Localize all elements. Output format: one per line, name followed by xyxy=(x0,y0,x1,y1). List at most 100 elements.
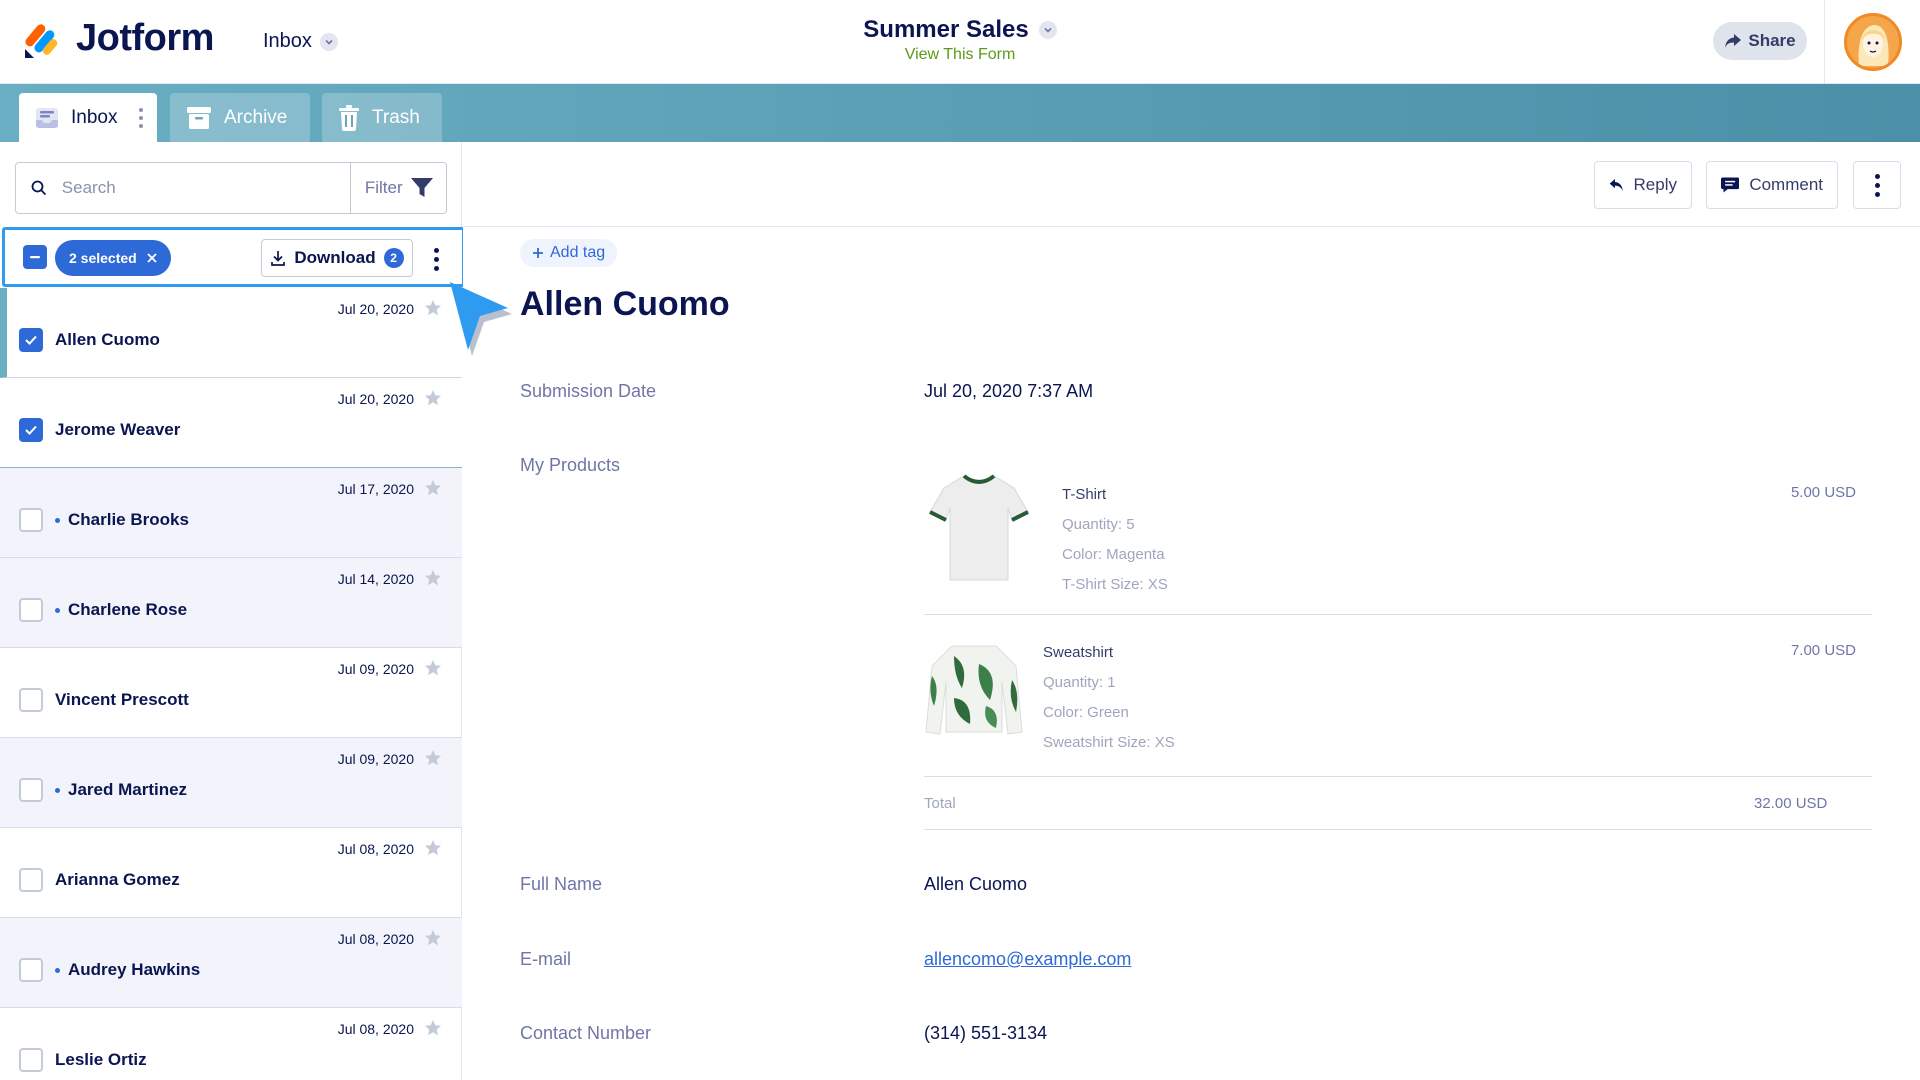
tab-inbox[interactable]: Inbox xyxy=(19,93,157,142)
checkmark-icon xyxy=(25,425,37,435)
star-icon[interactable] xyxy=(424,749,442,767)
star-icon[interactable] xyxy=(424,569,442,587)
row-checkbox[interactable] xyxy=(19,598,43,622)
contact-number-label: Contact Number xyxy=(520,1023,652,1043)
submission-row[interactable]: Leslie Ortiz Jul 08, 2020 xyxy=(0,1008,462,1080)
submission-date: Jul 20, 2020 xyxy=(337,391,414,407)
email-label: E-mail xyxy=(520,949,572,969)
submission-row[interactable]: Jared Martinez Jul 09, 2020 xyxy=(0,738,462,828)
search-input[interactable] xyxy=(61,164,351,212)
product-size: Sweatshirt Size: XS xyxy=(1043,734,1175,751)
unread-dot-icon xyxy=(55,967,60,973)
product-price: 7.00 USD xyxy=(1790,642,1856,659)
submitter-name-text: Arianna Gomez xyxy=(55,870,180,889)
star-icon[interactable] xyxy=(424,389,442,407)
row-checkbox[interactable] xyxy=(19,778,43,802)
tab-options-icon[interactable] xyxy=(139,107,144,128)
submitter-name: Audrey Hawkins xyxy=(55,960,200,980)
full-name-value: Allen Cuomo xyxy=(924,874,1028,894)
submission-title: Allen Cuomo xyxy=(520,285,730,323)
submitter-name: Vincent Prescott xyxy=(55,690,189,710)
email-value: allencomo@example.com xyxy=(924,949,1131,970)
row-checkbox[interactable] xyxy=(19,508,43,532)
star-icon[interactable] xyxy=(424,299,442,317)
submitter-name-text: Audrey Hawkins xyxy=(68,960,201,979)
row-checkbox[interactable] xyxy=(19,1048,43,1072)
form-title-dropdown[interactable]: Summer Sales xyxy=(863,16,1057,44)
bulk-more-options-icon[interactable] xyxy=(423,244,449,274)
reply-button[interactable]: Reply xyxy=(1594,161,1692,209)
unread-dot-icon xyxy=(55,787,60,793)
share-button[interactable]: Share xyxy=(1713,22,1807,60)
tab-trash[interactable]: Trash xyxy=(322,93,442,142)
download-count-badge: 2 xyxy=(383,248,404,268)
view-form-link[interactable]: View This Form xyxy=(0,46,1920,64)
submission-row[interactable]: Charlene Rose Jul 14, 2020 xyxy=(0,558,462,648)
submission-row[interactable]: Arianna Gomez Jul 08, 2020 xyxy=(0,828,462,918)
inbox-tray-icon xyxy=(36,107,58,128)
reply-label: Reply xyxy=(1633,175,1677,194)
close-icon[interactable] xyxy=(147,253,157,263)
submission-row[interactable]: Jerome Weaver Jul 20, 2020 xyxy=(0,378,462,468)
add-tag-label: Add tag xyxy=(550,244,606,261)
more-options-icon[interactable] xyxy=(1853,161,1901,209)
share-label: Share xyxy=(1748,31,1796,50)
star-icon[interactable] xyxy=(424,929,442,947)
submission-date-value: Jul 20, 2020 7:37 AM xyxy=(924,381,1094,401)
submission-row[interactable]: Vincent Prescott Jul 09, 2020 xyxy=(0,648,462,738)
user-menu[interactable] xyxy=(1824,0,1920,84)
tshirt-image xyxy=(929,474,1029,581)
submitter-name-text: Jared Martinez xyxy=(68,780,188,799)
row-checkbox[interactable] xyxy=(19,958,43,982)
star-icon[interactable] xyxy=(424,839,442,857)
divider xyxy=(924,614,1872,615)
avatar-illustration-icon xyxy=(1858,25,1889,66)
tab-archive[interactable]: Archive xyxy=(170,93,310,142)
search-icon xyxy=(16,163,62,213)
submission-row[interactable]: Allen Cuomo Jul 20, 2020 xyxy=(0,288,462,378)
download-icon xyxy=(271,251,286,266)
download-button[interactable]: Download 2 xyxy=(261,239,413,277)
add-tag-button[interactable]: Add tag xyxy=(520,239,618,267)
submitter-name: Charlie Brooks xyxy=(55,510,189,530)
filter-button[interactable]: Filter xyxy=(350,163,446,213)
row-checkbox[interactable] xyxy=(19,328,43,352)
unread-dot-icon xyxy=(55,607,60,613)
email-link[interactable]: allencomo@example.com xyxy=(924,949,1131,969)
row-checkbox[interactable] xyxy=(19,868,43,892)
product-color: Color: Green xyxy=(1043,704,1129,721)
archive-box-icon xyxy=(187,106,211,129)
submitter-name-text: Charlene Rose xyxy=(68,600,188,619)
divider xyxy=(924,829,1872,830)
submitter-name-text: Jerome Weaver xyxy=(55,420,181,439)
product-quantity: Quantity: 1 xyxy=(1043,674,1116,691)
share-arrow-icon xyxy=(1725,34,1742,48)
submitter-name-text: Leslie Ortiz xyxy=(55,1050,147,1069)
submission-date: Jul 09, 2020 xyxy=(337,661,414,677)
submission-date: Jul 08, 2020 xyxy=(337,841,414,857)
submitter-name: Allen Cuomo xyxy=(55,330,160,350)
selected-count-label: 2 selected xyxy=(69,250,137,266)
star-icon[interactable] xyxy=(424,479,442,497)
sweatshirt-image xyxy=(925,645,1023,735)
submission-row[interactable]: Audrey Hawkins Jul 08, 2020 xyxy=(0,918,462,1008)
products-label: My Products xyxy=(520,455,621,475)
divider xyxy=(924,776,1872,777)
filter-label: Filter xyxy=(364,178,403,197)
search-bar: Filter xyxy=(15,162,447,214)
select-all-checkbox[interactable] xyxy=(23,245,47,269)
plus-icon xyxy=(533,248,543,258)
product-name: T-Shirt xyxy=(1062,486,1107,503)
star-icon[interactable] xyxy=(424,659,442,677)
avatar[interactable] xyxy=(1844,13,1902,71)
tab-archive-label: Archive xyxy=(224,106,288,128)
row-checkbox[interactable] xyxy=(19,688,43,712)
submission-row[interactable]: Charlie Brooks Jul 17, 2020 xyxy=(0,468,462,558)
row-checkbox[interactable] xyxy=(19,418,43,442)
comment-button[interactable]: Comment xyxy=(1706,161,1838,209)
submitter-name: Leslie Ortiz xyxy=(55,1050,147,1070)
selected-count-chip[interactable]: 2 selected xyxy=(55,240,171,276)
comment-label: Comment xyxy=(1749,175,1823,194)
star-icon[interactable] xyxy=(424,1019,442,1037)
form-title: Summer Sales xyxy=(863,16,1029,43)
